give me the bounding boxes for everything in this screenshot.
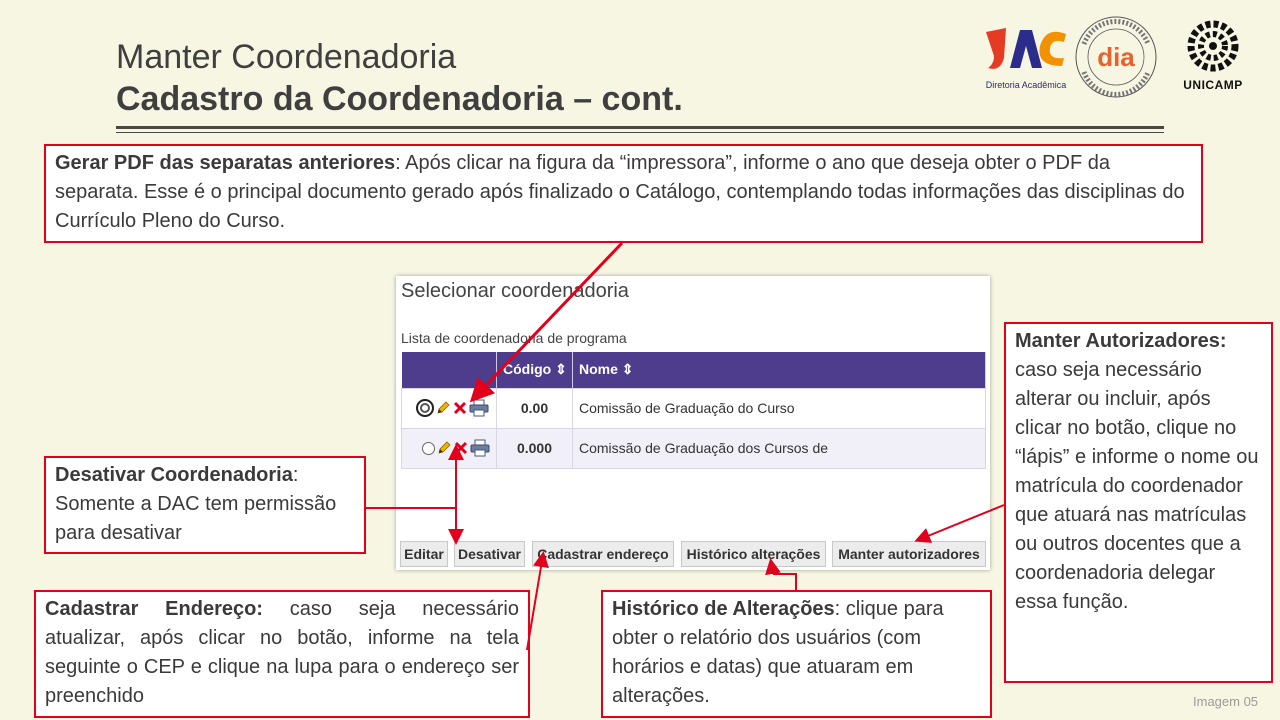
coordenadoria-table: Código ⇕ Nome ⇕ 0.00 Comissão de Graduaç… — [401, 352, 986, 469]
callout-cadastrar-endereco: Cadastrar Endereço: caso seja necessário… — [34, 590, 530, 718]
dia-wordmark: dia — [1097, 42, 1135, 72]
callout-autorizadores-body: caso seja necessário alterar ou incluir,… — [1015, 359, 1259, 613]
row-nome: Comissão de Graduação dos Cursos de — [572, 427, 986, 469]
row-actions — [401, 387, 497, 429]
list-label: Lista de coordenadoria de programa — [401, 330, 627, 346]
callout-gerar-pdf: Gerar PDF das separatas anteriores: Após… — [44, 144, 1203, 243]
unicamp-caption: UNICAMP — [1183, 78, 1243, 92]
radio-icon[interactable] — [416, 399, 434, 417]
printer-icon[interactable] — [469, 399, 489, 417]
callout-historico-title: Histórico de Alterações — [612, 598, 835, 620]
cadastrar-endereco-button[interactable]: Cadastrar endereço — [532, 541, 674, 567]
coordenadoria-screen: Selecionar coordenadoria Lista de coorde… — [396, 276, 990, 570]
slide-title: Manter Coordenadoria — [116, 38, 457, 76]
screen-title: Selecionar coordenadoria — [401, 280, 629, 302]
table-row: 0.000 Comissão de Graduação dos Cursos d… — [401, 427, 986, 469]
callout-historico: Histórico de Alterações: clique para obt… — [601, 590, 992, 718]
historico-alteracoes-button[interactable]: Histórico alterações — [681, 541, 826, 567]
column-header-codigo[interactable]: Código ⇕ — [496, 352, 573, 388]
editar-button[interactable]: Editar — [400, 541, 448, 567]
callout-gerar-pdf-title: Gerar PDF das separatas anteriores — [55, 152, 396, 174]
callout-autorizadores: Manter Autorizadores: caso seja necessár… — [1004, 322, 1273, 683]
slide-subtitle: Cadastro da Coordenadoria – cont. — [116, 80, 683, 118]
delete-x-icon[interactable] — [452, 400, 468, 416]
dia-logo: dia — [1072, 14, 1160, 100]
callout-autorizadores-title: Manter Autorizadores: — [1015, 330, 1227, 352]
title-divider — [116, 126, 1164, 129]
pencil-icon[interactable] — [436, 440, 452, 456]
row-codigo: 0.000 — [496, 427, 573, 469]
dac-caption: Diretoria Acadêmica — [985, 80, 1067, 90]
table-header-row: Código ⇕ Nome ⇕ — [401, 352, 986, 388]
row-codigo: 0.00 — [496, 387, 573, 429]
pencil-icon[interactable] — [435, 400, 451, 416]
callout-desativar: Desativar Coordenadoria: Somente a DAC t… — [44, 456, 366, 554]
callout-desativar-title: Desativar Coordenadoria — [55, 464, 293, 486]
dac-logo: Diretoria Acadêmica — [980, 24, 1072, 94]
table-row: 0.00 Comissão de Graduação do Curso — [401, 387, 986, 429]
slide-footer: Imagem 05 — [1193, 694, 1259, 709]
callout-cadastrar-endereco-title: Cadastrar Endereço: — [45, 598, 263, 620]
printer-icon[interactable] — [470, 439, 490, 457]
row-actions — [401, 427, 497, 469]
row-nome: Comissão de Graduação do Curso — [572, 387, 986, 429]
column-header-nome[interactable]: Nome ⇕ — [572, 352, 986, 388]
column-header-actions — [401, 352, 497, 388]
delete-x-icon[interactable] — [453, 440, 469, 456]
radio-icon[interactable] — [422, 441, 435, 455]
manter-autorizadores-button[interactable]: Manter autorizadores — [832, 541, 986, 567]
desativar-button[interactable]: Desativar — [454, 541, 525, 567]
title-divider-thin — [116, 132, 1164, 133]
unicamp-logo: UNICAMP — [1170, 16, 1256, 96]
